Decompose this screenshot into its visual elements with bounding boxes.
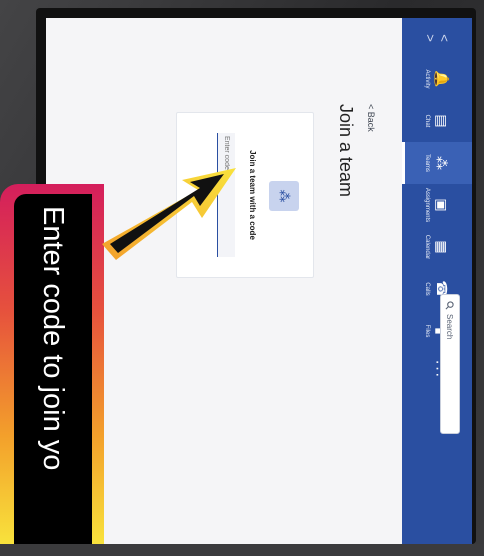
- search-placeholder: Search: [445, 314, 455, 340]
- nav-item-label: Chat: [424, 114, 430, 128]
- forward-arrow-icon[interactable]: >: [423, 34, 438, 42]
- teams-icon: ⁂: [269, 181, 299, 211]
- teams-icon: ⁂: [434, 156, 450, 170]
- chat-icon: ▤: [434, 114, 450, 128]
- calendar-icon: ▦: [434, 240, 450, 254]
- back-arrow-icon[interactable]: <: [437, 34, 452, 42]
- nav-item-teams[interactable]: ⁂ Teams: [402, 142, 472, 184]
- nav-item-label: Files: [424, 324, 430, 338]
- search-icon: [446, 301, 455, 310]
- screen: < > 🔔 Activity ▤ Chat ⁂ Teams ▣ Assignme…: [46, 18, 472, 544]
- teams-window: < > 🔔 Activity ▤ Chat ⁂ Teams ▣ Assignme…: [46, 18, 472, 544]
- nav-item-assignments[interactable]: ▣ Assignments: [402, 184, 472, 226]
- nav-item-calls[interactable]: ☎ Calls: [402, 268, 472, 310]
- nav-item-files[interactable]: ▮ Files: [402, 310, 472, 352]
- nav-item-label: Calls: [424, 282, 430, 296]
- nav-item-chat[interactable]: ▤ Chat: [402, 100, 472, 142]
- nav-item-calendar[interactable]: ▦ Calendar: [402, 226, 472, 268]
- more-apps-button[interactable]: ···: [402, 352, 472, 386]
- nav-item-activity[interactable]: 🔔 Activity: [402, 58, 472, 100]
- card-title: Join a team with a code: [248, 150, 257, 240]
- assignments-icon: ▣: [434, 198, 450, 212]
- back-link[interactable]: < Back: [366, 104, 376, 132]
- arrow-pointer-icon: [102, 168, 236, 260]
- caption-text: Enter code to join yo: [37, 206, 69, 471]
- search-box[interactable]: Search: [440, 294, 460, 434]
- nav-item-label: Activity: [424, 69, 430, 89]
- app-nav-rail: < > 🔔 Activity ▤ Chat ⁂ Teams ▣ Assignme…: [402, 18, 472, 544]
- nav-item-label: Calendar: [424, 234, 430, 260]
- page-title: Join a team: [336, 104, 356, 198]
- history-arrows: < >: [423, 18, 452, 58]
- nav-item-label: Teams: [424, 154, 430, 172]
- nav-item-label: Assignments: [424, 187, 430, 223]
- bell-icon: 🔔: [434, 70, 450, 88]
